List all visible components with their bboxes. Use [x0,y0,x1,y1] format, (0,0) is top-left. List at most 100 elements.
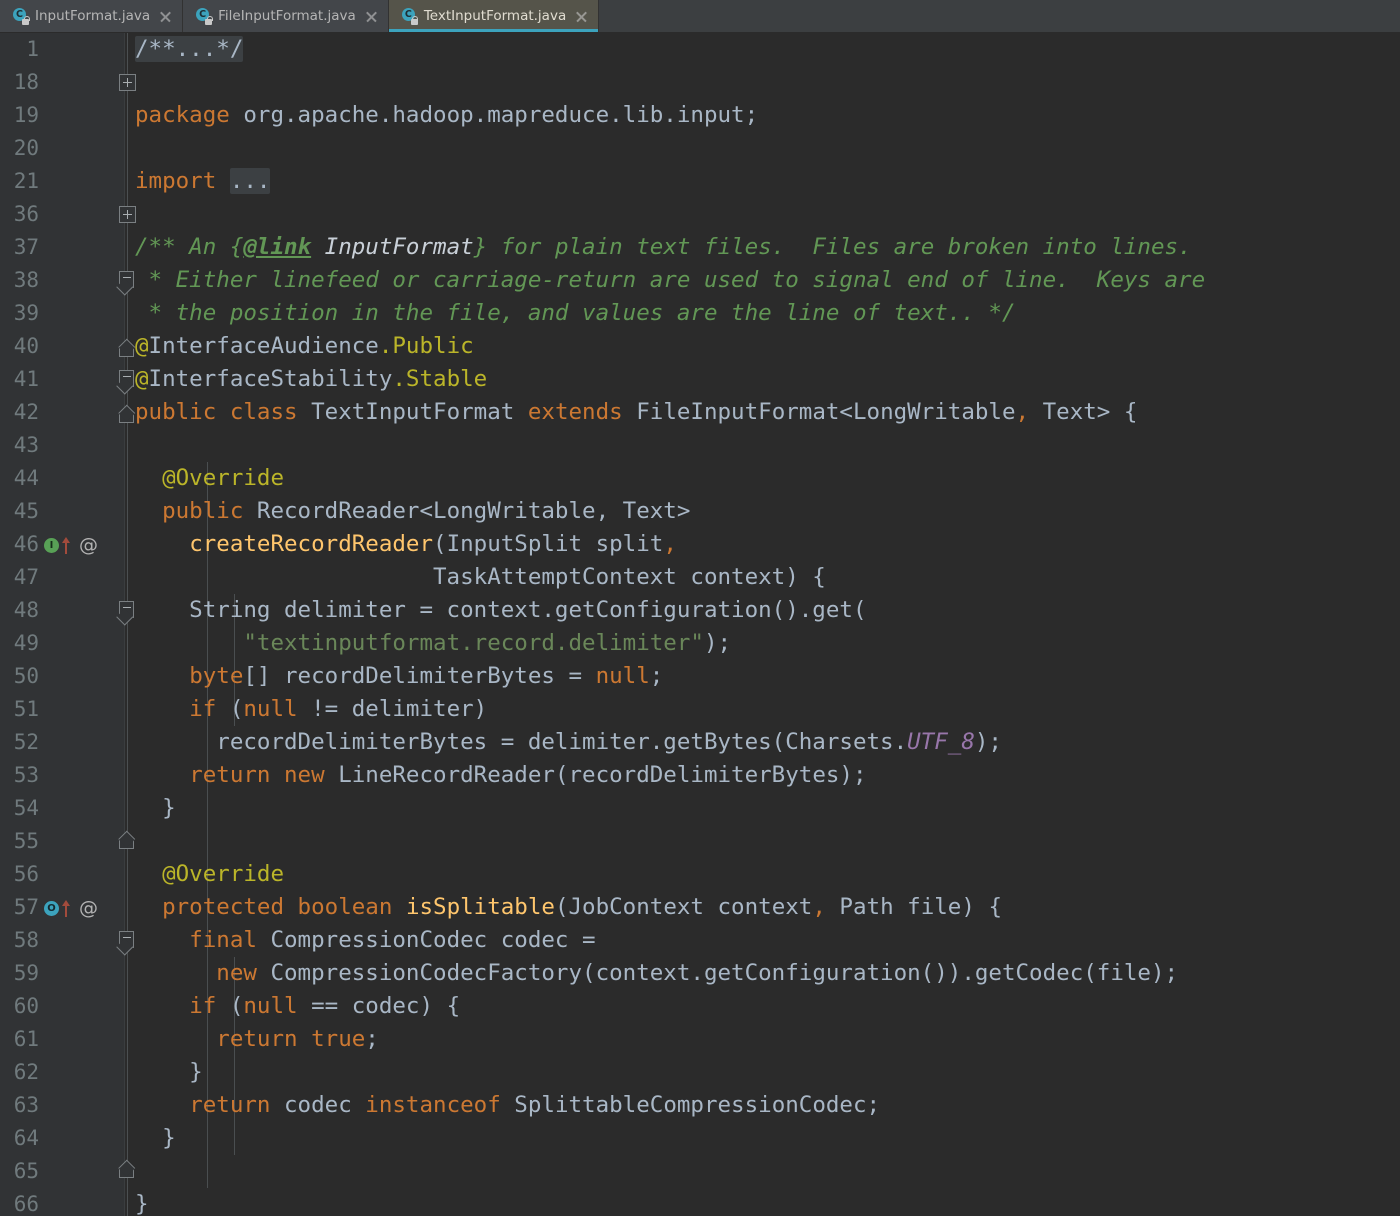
line-number: 40 [14,330,39,363]
tab-file-input-format[interactable]: C FileInputFormat.java [183,0,389,32]
fold-collapse-minus-icon[interactable] [119,601,136,618]
editor-tab-bar: C InputFormat.java C FileInputFormat.jav… [0,0,1400,33]
overriding-method-icon[interactable]: O [44,901,59,916]
code-line-19[interactable]: package org.apache.hadoop.mapreduce.lib.… [135,99,758,132]
code-line-66[interactable]: } [135,1188,149,1216]
line-number: 49 [14,627,39,660]
line-number: 56 [14,858,39,891]
line-number: 64 [14,1122,39,1155]
line-number: 38 [14,264,39,297]
line-number: 39 [14,297,39,330]
line-number: 52 [14,726,39,759]
fold-collapse-minus-icon[interactable] [119,271,136,288]
code-surface[interactable]: /**...*/ package org.apache.hadoop.mapre… [125,33,1400,1216]
code-line-56[interactable]: @Override [135,858,284,891]
line-number: 47 [14,561,39,594]
fold-expand-plus-icon[interactable] [119,206,136,223]
line-number: 19 [14,99,39,132]
code-line-40[interactable]: @InterfaceAudience.Public [135,330,474,363]
code-line-60[interactable]: if (null == codec) { [135,990,460,1023]
implementing-method-icon[interactable]: I [44,538,59,553]
line-number: 60 [14,990,39,1023]
annotation-at-icon[interactable]: @ [79,899,98,918]
code-line-59[interactable]: new CompressionCodecFactory(context.getC… [135,957,1178,990]
fold-expand-plus-icon[interactable] [119,74,136,91]
line-number: 53 [14,759,39,792]
code-line-54[interactable]: } [135,792,176,825]
code-line-62[interactable]: } [135,1056,203,1089]
close-icon[interactable] [159,10,172,23]
line-number: 45 [14,495,39,528]
line-number: 43 [14,429,39,462]
fold-collapse-minus-icon[interactable] [119,931,136,948]
code-line-44[interactable]: @Override [135,462,284,495]
line-number: 41 [14,363,39,396]
code-line-38[interactable]: * Either linefeed or carriage-return are… [135,264,1205,297]
line-number: 51 [14,693,39,726]
close-icon[interactable] [365,10,378,23]
code-line-46[interactable]: createRecordReader(InputSplit split, [135,528,677,561]
line-number: 62 [14,1056,39,1089]
code-line-61[interactable]: return true; [135,1023,379,1056]
code-line-41[interactable]: @InterfaceStability.Stable [135,363,487,396]
tab-input-format[interactable]: C InputFormat.java [0,0,183,32]
line-number: 55 [14,825,39,858]
tab-text-input-format[interactable]: C TextInputFormat.java [389,0,599,32]
line-number: 50 [14,660,39,693]
code-line-45[interactable]: public RecordReader<LongWritable, Text> [135,495,690,528]
code-line-39[interactable]: * the position in the file, and values a… [135,297,1016,330]
line-number: 48 [14,594,39,627]
code-line-21[interactable]: import ... [135,165,270,198]
fold-collapse-minus-icon[interactable] [119,370,136,387]
java-class-locked-icon: C [195,8,211,24]
editor-gutter[interactable]: 1 18 19 20 21 36 37 38 39 40 41 42 43 44… [0,33,125,1216]
override-arrow-icon[interactable] [61,900,70,917]
fold-region-end-icon[interactable] [119,1161,136,1178]
fold-region-end-icon[interactable] [119,340,136,357]
java-class-locked-icon: C [12,8,28,24]
code-line-58[interactable]: final CompressionCodec codec = [135,924,596,957]
code-line-1[interactable]: /**...*/ [135,33,243,66]
line-number: 1 [26,33,39,66]
tab-label: TextInputFormat.java [424,8,566,24]
code-line-42[interactable]: public class TextInputFormat extends Fil… [135,396,1137,429]
line-number: 42 [14,396,39,429]
code-line-52[interactable]: recordDelimiterBytes = delimiter.getByte… [135,726,1002,759]
line-number: 20 [14,132,39,165]
code-line-48[interactable]: String delimiter = context.getConfigurat… [135,594,867,627]
code-line-51[interactable]: if (null != delimiter) [135,693,487,726]
folded-javadoc-placeholder[interactable]: /**...*/ [135,36,243,62]
code-editor[interactable]: 1 18 19 20 21 36 37 38 39 40 41 42 43 44… [0,33,1400,1216]
line-number: 66 [14,1188,39,1216]
line-number: 57 [14,891,39,924]
code-line-53[interactable]: return new LineRecordReader(recordDelimi… [135,759,867,792]
fold-region-end-icon[interactable] [119,832,136,849]
annotation-at-icon[interactable]: @ [79,536,98,555]
line-number: 21 [14,165,39,198]
line-number: 58 [14,924,39,957]
fold-region-end-icon[interactable] [119,406,136,423]
code-line-47[interactable]: TaskAttemptContext context) { [135,561,826,594]
line-number: 46 [14,528,39,561]
code-line-37[interactable]: /** An {@link InputFormat} for plain tex… [135,231,1192,264]
tab-label: FileInputFormat.java [218,8,356,24]
tab-label: InputFormat.java [35,8,150,24]
line-number: 61 [14,1023,39,1056]
folded-imports-placeholder[interactable]: ... [230,168,271,194]
java-class-locked-icon: C [401,8,417,24]
code-line-64[interactable]: } [135,1122,176,1155]
code-line-63[interactable]: return codec instanceof SplittableCompre… [135,1089,880,1122]
code-line-49[interactable]: "textinputformat.record.delimiter"); [135,627,731,660]
override-arrow-icon[interactable] [61,537,70,554]
code-line-50[interactable]: byte[] recordDelimiterBytes = null; [135,660,663,693]
line-number: 36 [14,198,39,231]
gutter-marker-line-57[interactable]: O@ [44,891,98,924]
gutter-marker-line-46[interactable]: I@ [44,528,98,561]
code-line-57[interactable]: protected boolean isSplitable(JobContext… [135,891,1002,924]
line-number: 65 [14,1155,39,1188]
line-number: 59 [14,957,39,990]
line-number: 18 [14,66,39,99]
line-number: 54 [14,792,39,825]
close-icon[interactable] [575,10,588,23]
line-number: 44 [14,462,39,495]
